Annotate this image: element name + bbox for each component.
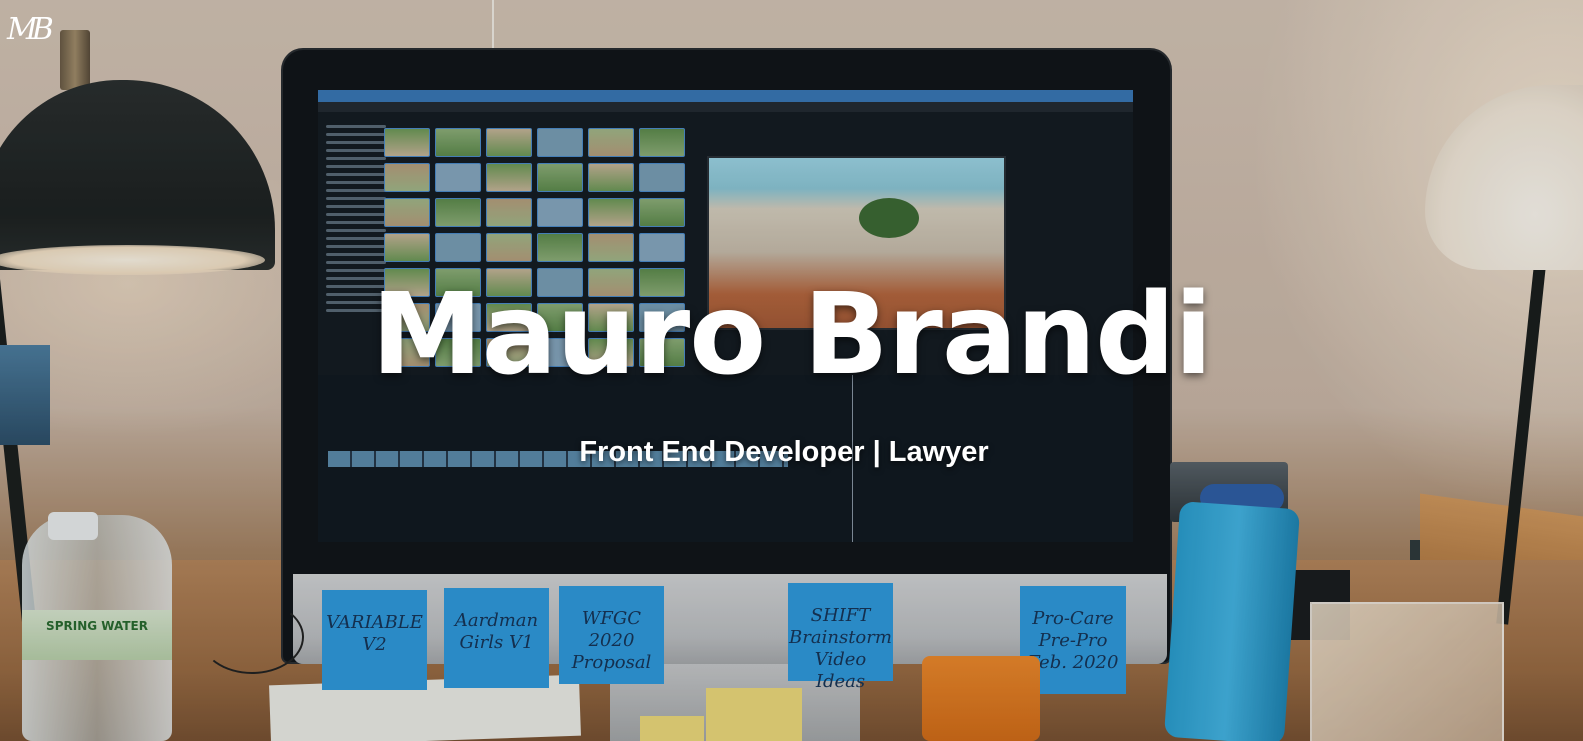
hero-title: Mauro Brandi — [371, 270, 1212, 400]
site-logo[interactable]: MB — [7, 10, 67, 54]
hero-subtitle: Front End Developer | Lawyer — [579, 436, 989, 468]
